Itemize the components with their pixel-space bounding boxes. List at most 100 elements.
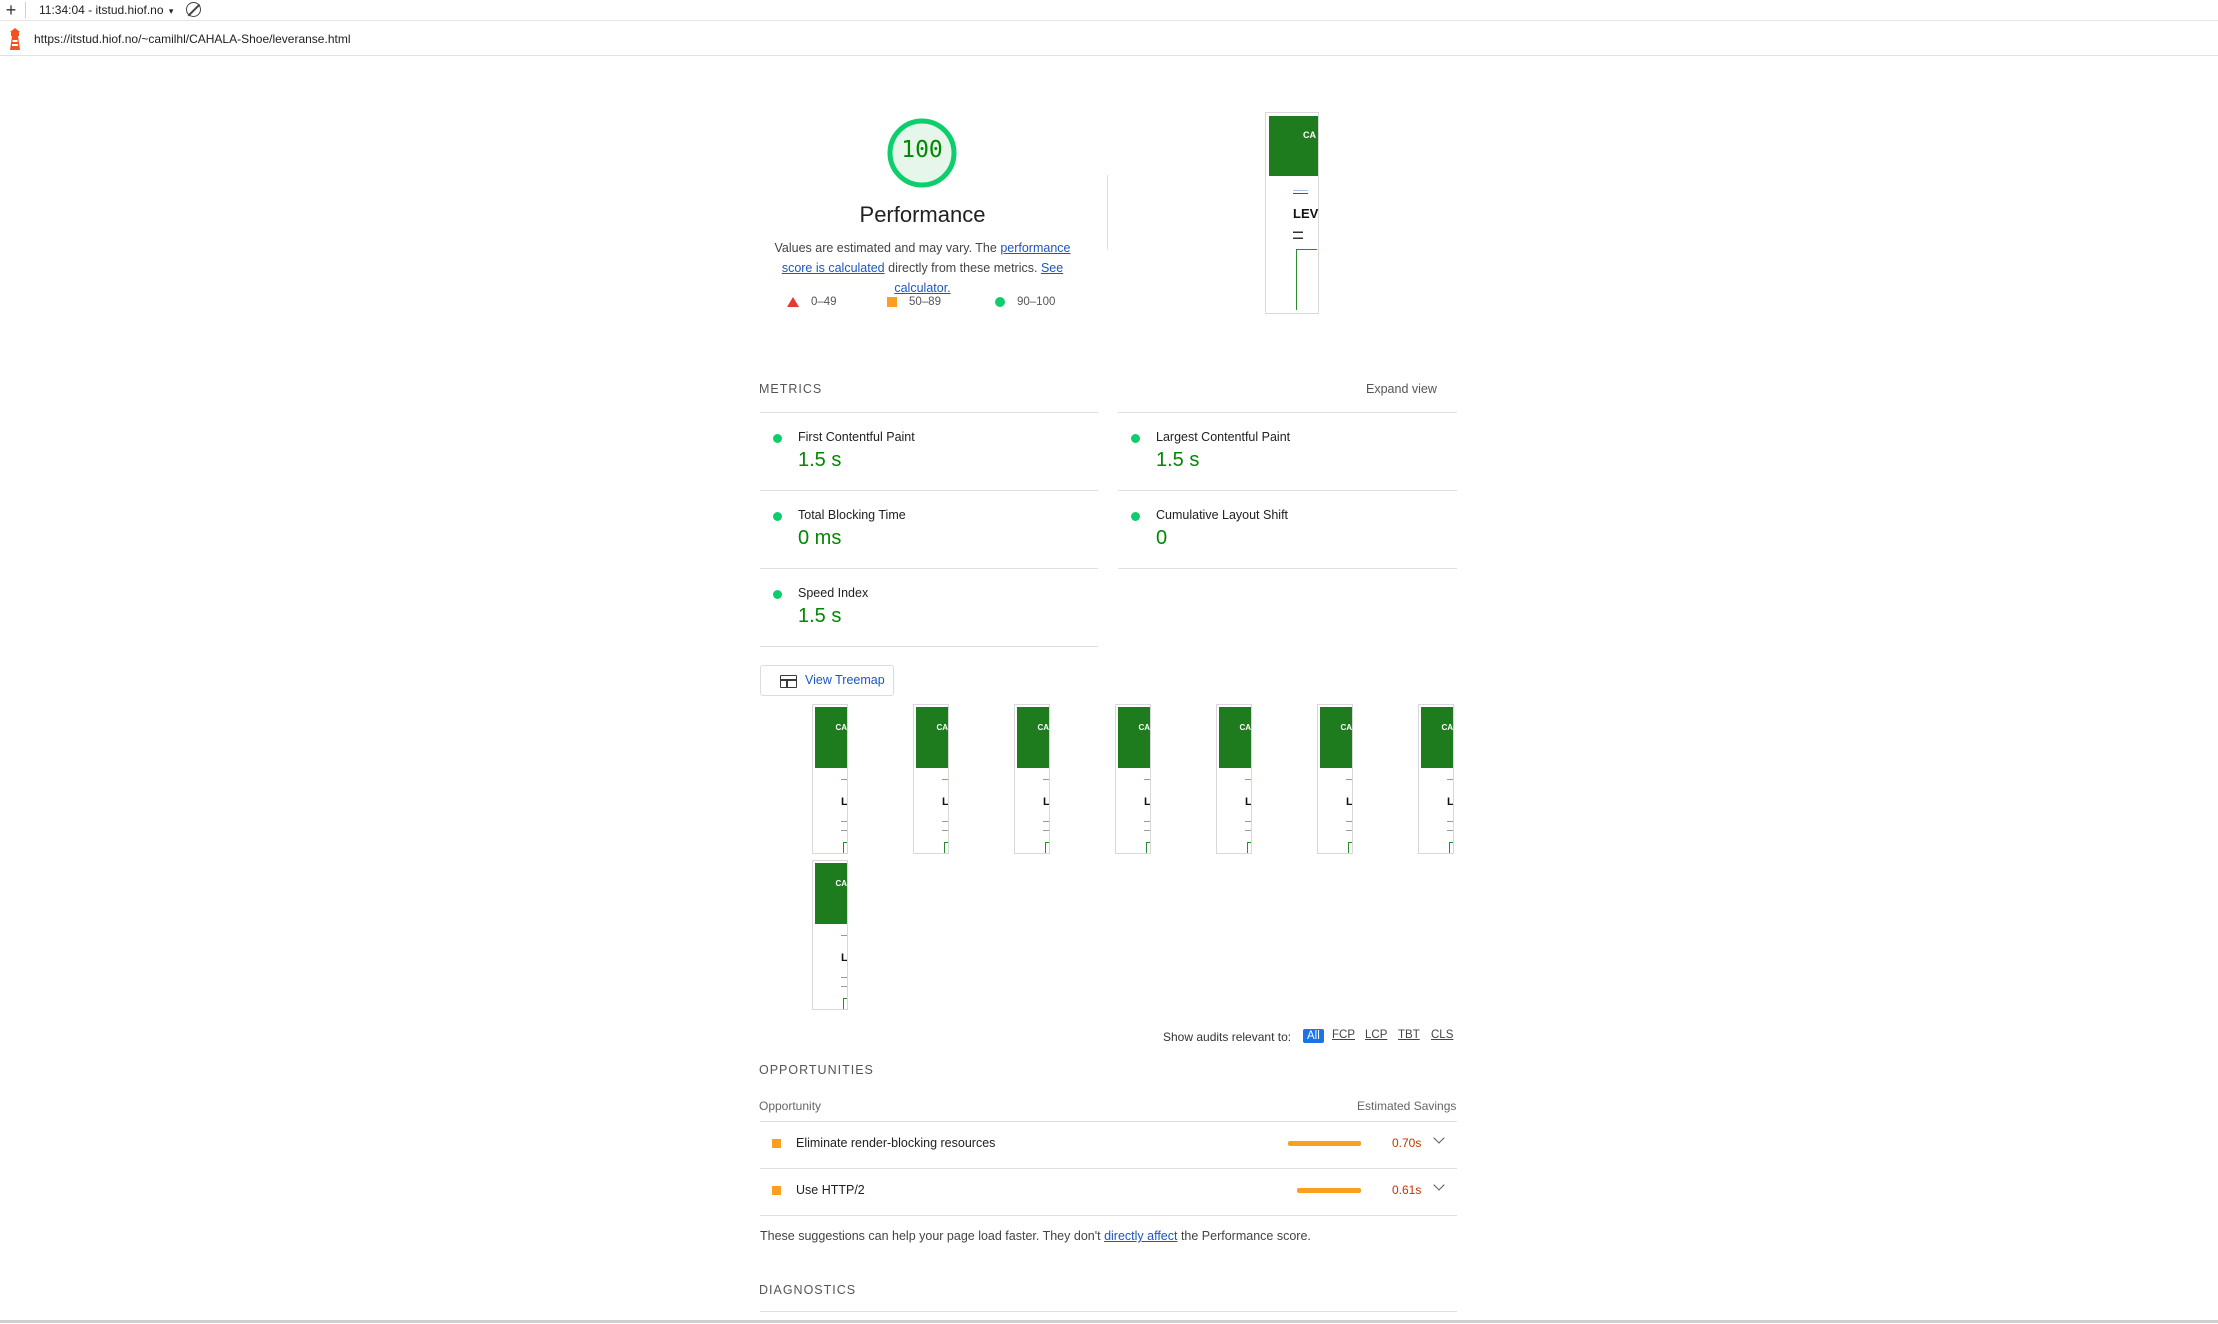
frame-box: [1045, 842, 1049, 853]
scale-fail: 0–49: [787, 296, 837, 308]
metric-speed-index: Speed Index 1.5 s: [760, 577, 1100, 655]
filmstrip-frame: CA LEV: [1216, 704, 1252, 854]
metric-label: Cumulative Layout Shift: [1156, 508, 1289, 522]
scale-average-label: 50–89: [909, 296, 941, 308]
treemap-icon: [780, 675, 797, 688]
opportunities-section-title: OPPORTUNITIES: [759, 1063, 874, 1077]
opportunity-title: Eliminate render-blocking resources: [796, 1136, 996, 1150]
filmstrip-frame: CA LEV: [1418, 704, 1454, 854]
frame-title: CA: [1441, 723, 1453, 732]
frame-link: [1144, 779, 1150, 780]
filter-chip-all[interactable]: All: [1303, 1029, 1324, 1043]
frame-link: [841, 779, 847, 780]
note-text: These suggestions can help your page loa…: [760, 1229, 1105, 1243]
metric-label: Total Blocking Time: [798, 508, 906, 522]
toolbar-divider: [25, 2, 26, 18]
frame-title: CA: [1138, 723, 1150, 732]
scale-fail-label: 0–49: [811, 296, 837, 308]
metric-fcp: First Contentful Paint 1.5 s: [760, 421, 1100, 499]
screenshot-title: CA: [1303, 130, 1316, 140]
performance-title: Performance: [859, 202, 986, 227]
frame-heading: LEV: [1346, 796, 1353, 808]
chevron-down-icon[interactable]: [1433, 1179, 1445, 1191]
filmstrip-frame: CA LEV: [1317, 704, 1353, 854]
savings-bar: [1288, 1141, 1361, 1146]
pass-circle-icon: [1131, 512, 1140, 521]
filmstrip-frame: CA LEV: [1014, 704, 1050, 854]
description-text: Values are estimated and may vary. The: [774, 241, 1001, 255]
filter-chip-cls[interactable]: CLS: [1431, 1029, 1453, 1041]
frame-title: CA: [1037, 723, 1049, 732]
savings-column-header: Estimated Savings: [1357, 1099, 1457, 1113]
filter-chip-fcp[interactable]: FCP: [1332, 1029, 1355, 1041]
new-report-button[interactable]: +: [2, 0, 20, 20]
average-square-icon: [772, 1186, 781, 1195]
expand-view-toggle[interactable]: Expand view: [1366, 382, 1437, 396]
frame-heading: LEV: [942, 796, 949, 808]
window-bottom-border: [0, 1320, 2218, 1323]
metric-divider: [760, 568, 1098, 569]
frame-link: [1447, 779, 1453, 780]
frame-box: [1348, 842, 1352, 853]
scale-pass-label: 90–100: [1017, 296, 1056, 308]
frame-header: CA: [815, 863, 847, 924]
view-treemap-button[interactable]: View Treemap: [760, 665, 894, 696]
frame-title: CA: [835, 879, 847, 888]
frame-box: [843, 842, 847, 853]
frame-text: [1043, 821, 1049, 831]
metric-value: 1.5 s: [798, 605, 842, 627]
metric-value: 1.5 s: [1156, 449, 1200, 471]
opportunities-note: These suggestions can help your page loa…: [760, 1229, 1311, 1243]
lighthouse-logo-icon: [10, 28, 20, 50]
frame-header: CA: [1421, 707, 1453, 768]
frame-title: CA: [835, 723, 847, 732]
frame-header: CA: [815, 707, 847, 768]
report-select-dropdown[interactable]: 11:34:04 - itstud.hiof.no ▾: [39, 3, 173, 17]
opportunity-row[interactable]: Use HTTP/2 0.61s: [760, 1168, 1457, 1216]
opportunity-row[interactable]: Eliminate render-blocking resources 0.70…: [760, 1121, 1457, 1168]
frame-link: [1346, 779, 1352, 780]
frame-heading: LEV: [841, 796, 848, 808]
report-url-bar: https://itstud.hiof.no/~camilhl/CAHALA-S…: [0, 21, 2218, 56]
view-treemap-label: View Treemap: [805, 673, 885, 687]
clear-all-icon[interactable]: [186, 2, 201, 17]
frame-header: CA: [916, 707, 948, 768]
frame-text: [841, 821, 847, 831]
filter-chip-lcp[interactable]: LCP: [1365, 1029, 1387, 1041]
final-screenshot[interactable]: CA ——— LEV ▬▬ ▬▬: [1265, 112, 1319, 314]
frame-heading: LEV: [1245, 796, 1252, 808]
frame-title: CA: [1340, 723, 1352, 732]
filter-chip-tbt[interactable]: TBT: [1398, 1029, 1420, 1041]
opportunity-title: Use HTTP/2: [796, 1183, 865, 1197]
metric-lcp: Largest Contentful Paint 1.5 s: [1118, 421, 1458, 499]
frame-text: [1447, 821, 1453, 831]
pass-circle-icon: [773, 512, 782, 521]
metric-tbt: Total Blocking Time 0 ms: [760, 499, 1100, 577]
diagnostics-divider: [760, 1311, 1457, 1312]
pass-circle-icon: [773, 434, 782, 443]
savings-bar: [1297, 1188, 1361, 1193]
filmstrip-frame: CA LEV: [913, 704, 949, 854]
frame-text: [942, 821, 948, 831]
frame-link: [841, 935, 847, 936]
frame-link: [1043, 779, 1049, 780]
metric-label: Largest Contentful Paint: [1156, 430, 1291, 444]
frame-header: CA: [1320, 707, 1352, 768]
metric-divider: [760, 412, 1098, 413]
frame-heading: LEV: [841, 952, 848, 964]
screenshot-header: CA: [1269, 116, 1318, 176]
frame-title: CA: [936, 723, 948, 732]
savings-value: 0.70s: [1392, 1136, 1422, 1150]
directly-affect-link[interactable]: directly affect: [1104, 1229, 1177, 1243]
frame-text: [1346, 821, 1352, 831]
frame-heading: LEV: [1043, 796, 1050, 808]
frame-header: CA: [1017, 707, 1049, 768]
chevron-down-icon[interactable]: [1433, 1132, 1445, 1144]
frame-link: [942, 779, 948, 780]
performance-score-value: 100: [901, 137, 943, 163]
report-select-label: 11:34:04 - itstud.hiof.no: [39, 3, 164, 17]
pass-circle-icon: [773, 590, 782, 599]
frame-header: CA: [1118, 707, 1150, 768]
note-text-suffix: the Performance score.: [1177, 1229, 1311, 1243]
savings-value: 0.61s: [1392, 1183, 1422, 1197]
